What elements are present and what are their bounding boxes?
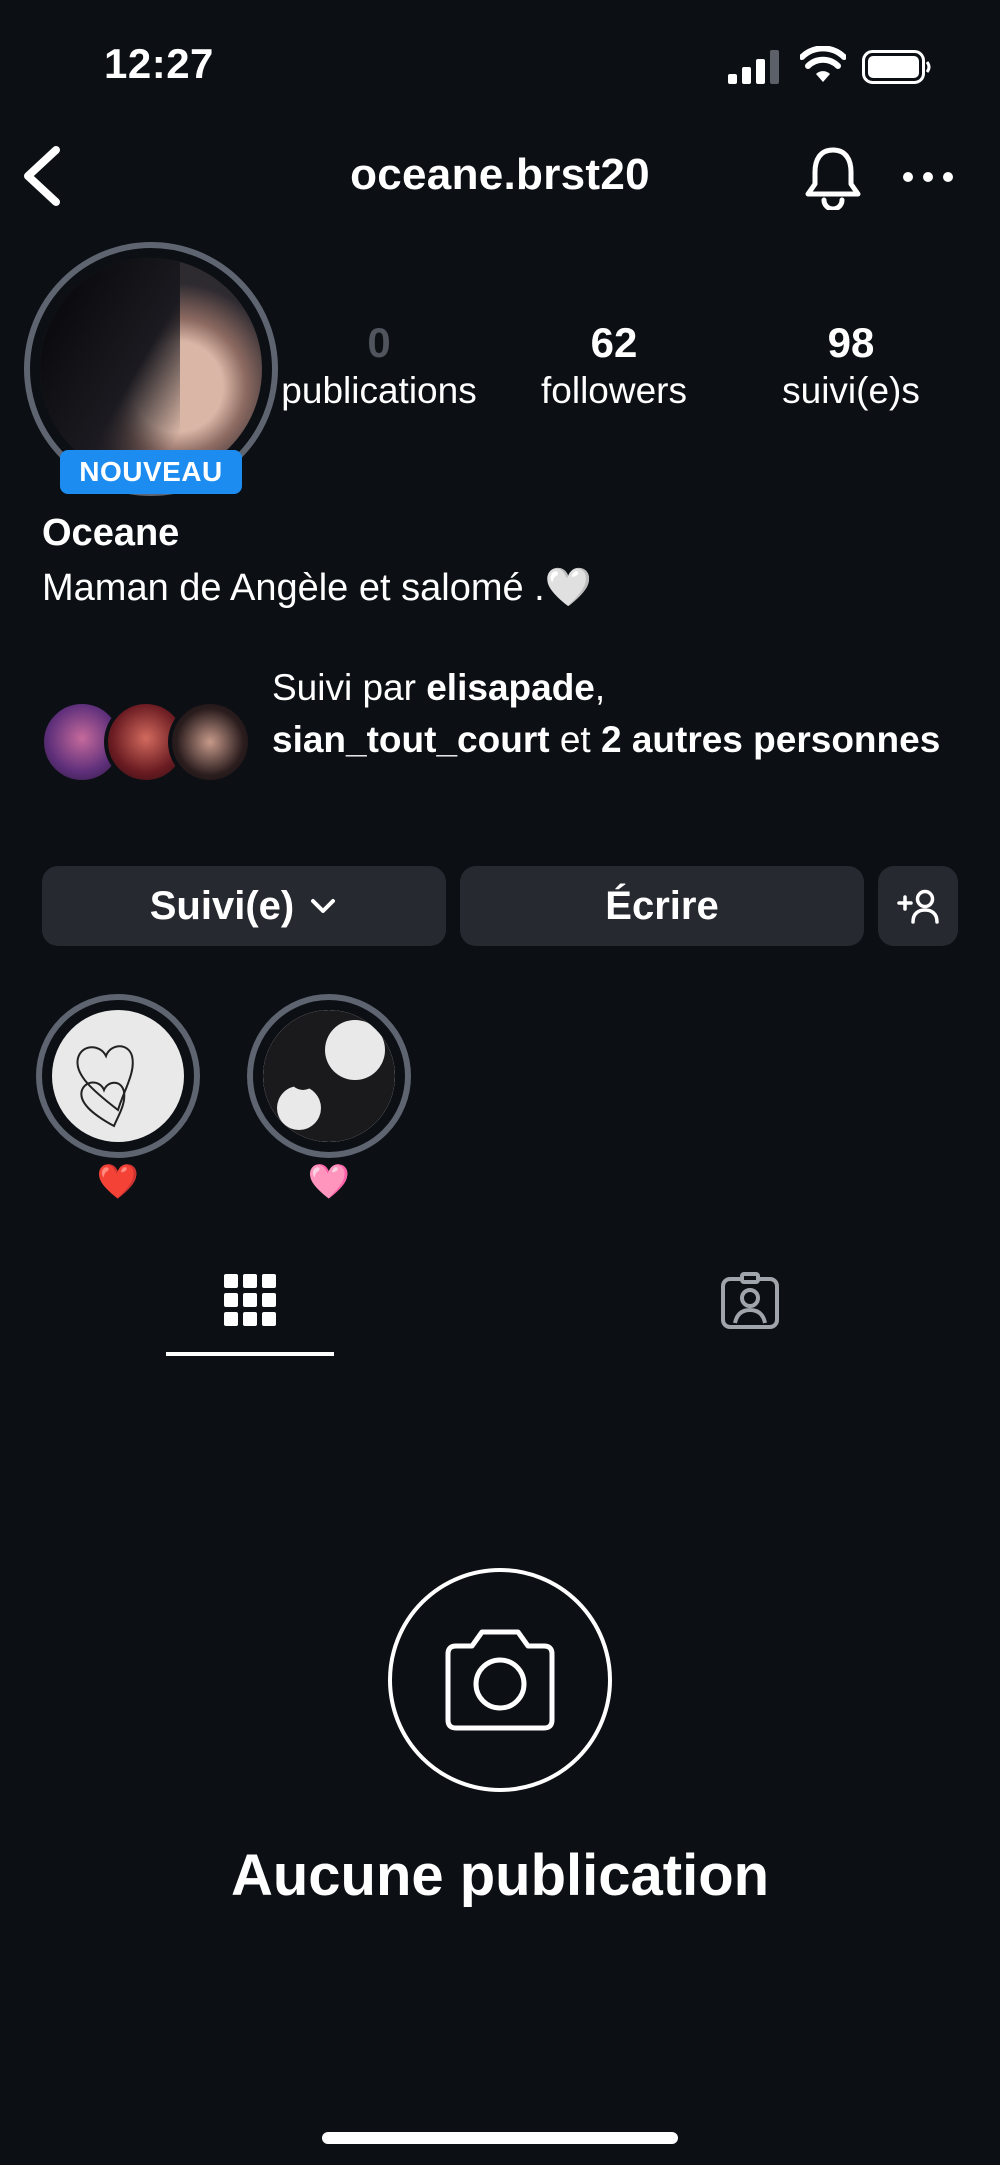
following-button-label: Suivi(e) xyxy=(149,883,295,928)
status-time: 12:27 xyxy=(104,40,214,87)
mutual-user-2[interactable]: sian_tout_court xyxy=(272,719,550,760)
stat-following-label: suivi(e)s xyxy=(782,370,920,411)
stat-followers-count: 62 xyxy=(590,319,638,366)
mutual-follower-avatar[interactable] xyxy=(168,700,252,784)
stat-following[interactable]: 98 suivi(e)s xyxy=(751,318,951,414)
message-button[interactable]: Écrire xyxy=(460,866,864,946)
grid-posts-tab-icon[interactable] xyxy=(222,1272,278,1328)
tagged-posts-tab-icon[interactable] xyxy=(720,1272,780,1330)
camera-icon xyxy=(445,1629,555,1731)
followed-by-connector: et xyxy=(549,719,601,760)
new-badge: NOUVEAU xyxy=(60,450,242,494)
highlight-hearts[interactable] xyxy=(52,1010,184,1142)
highlight-label: ❤️ xyxy=(96,1163,140,1201)
suggest-users-button[interactable] xyxy=(878,866,958,946)
active-tab-indicator xyxy=(166,1352,334,1356)
add-person-icon xyxy=(897,889,939,924)
mutual-others[interactable]: 2 autres personnes xyxy=(601,719,940,760)
wifi-icon xyxy=(800,46,846,82)
home-indicator[interactable] xyxy=(322,2132,678,2144)
chevron-down-icon xyxy=(311,899,336,913)
stat-publications-label: publications xyxy=(281,370,477,411)
display-name: Oceane xyxy=(42,512,180,554)
hearts-drawing-icon xyxy=(76,1045,134,1128)
message-button-label: Écrire xyxy=(605,883,719,928)
following-button[interactable]: Suivi(e) xyxy=(42,866,446,946)
notification-bell-icon[interactable] xyxy=(802,144,864,210)
highlight-mother-child[interactable] xyxy=(263,1010,395,1142)
battery-icon xyxy=(862,50,931,84)
avatar-hair-shape xyxy=(40,258,180,480)
empty-state-title: Aucune publication xyxy=(230,1843,770,1908)
mother-child-silhouette-icon xyxy=(263,1010,395,1142)
stat-publications-count: 0 xyxy=(367,319,391,366)
followed-by-separator: , xyxy=(594,667,606,708)
cellular-signal-icon xyxy=(728,50,779,84)
more-options-icon[interactable] xyxy=(900,160,956,194)
stat-followers[interactable]: 62 followers xyxy=(514,318,714,414)
stat-following-count: 98 xyxy=(827,319,875,366)
stat-followers-label: followers xyxy=(541,370,687,411)
followed-by-text[interactable]: Suivi par elisapade, sian_tout_court et 2… xyxy=(272,662,972,766)
profile-avatar[interactable] xyxy=(40,258,262,480)
mutual-user-1[interactable]: elisapade xyxy=(426,667,595,708)
stat-publications: 0 publications xyxy=(279,318,479,414)
highlight-label: 🩷 xyxy=(307,1163,351,1201)
bio-text: Maman de Angèle et salomé .🤍 xyxy=(42,567,593,609)
followed-by-prefix: Suivi par xyxy=(272,667,427,708)
